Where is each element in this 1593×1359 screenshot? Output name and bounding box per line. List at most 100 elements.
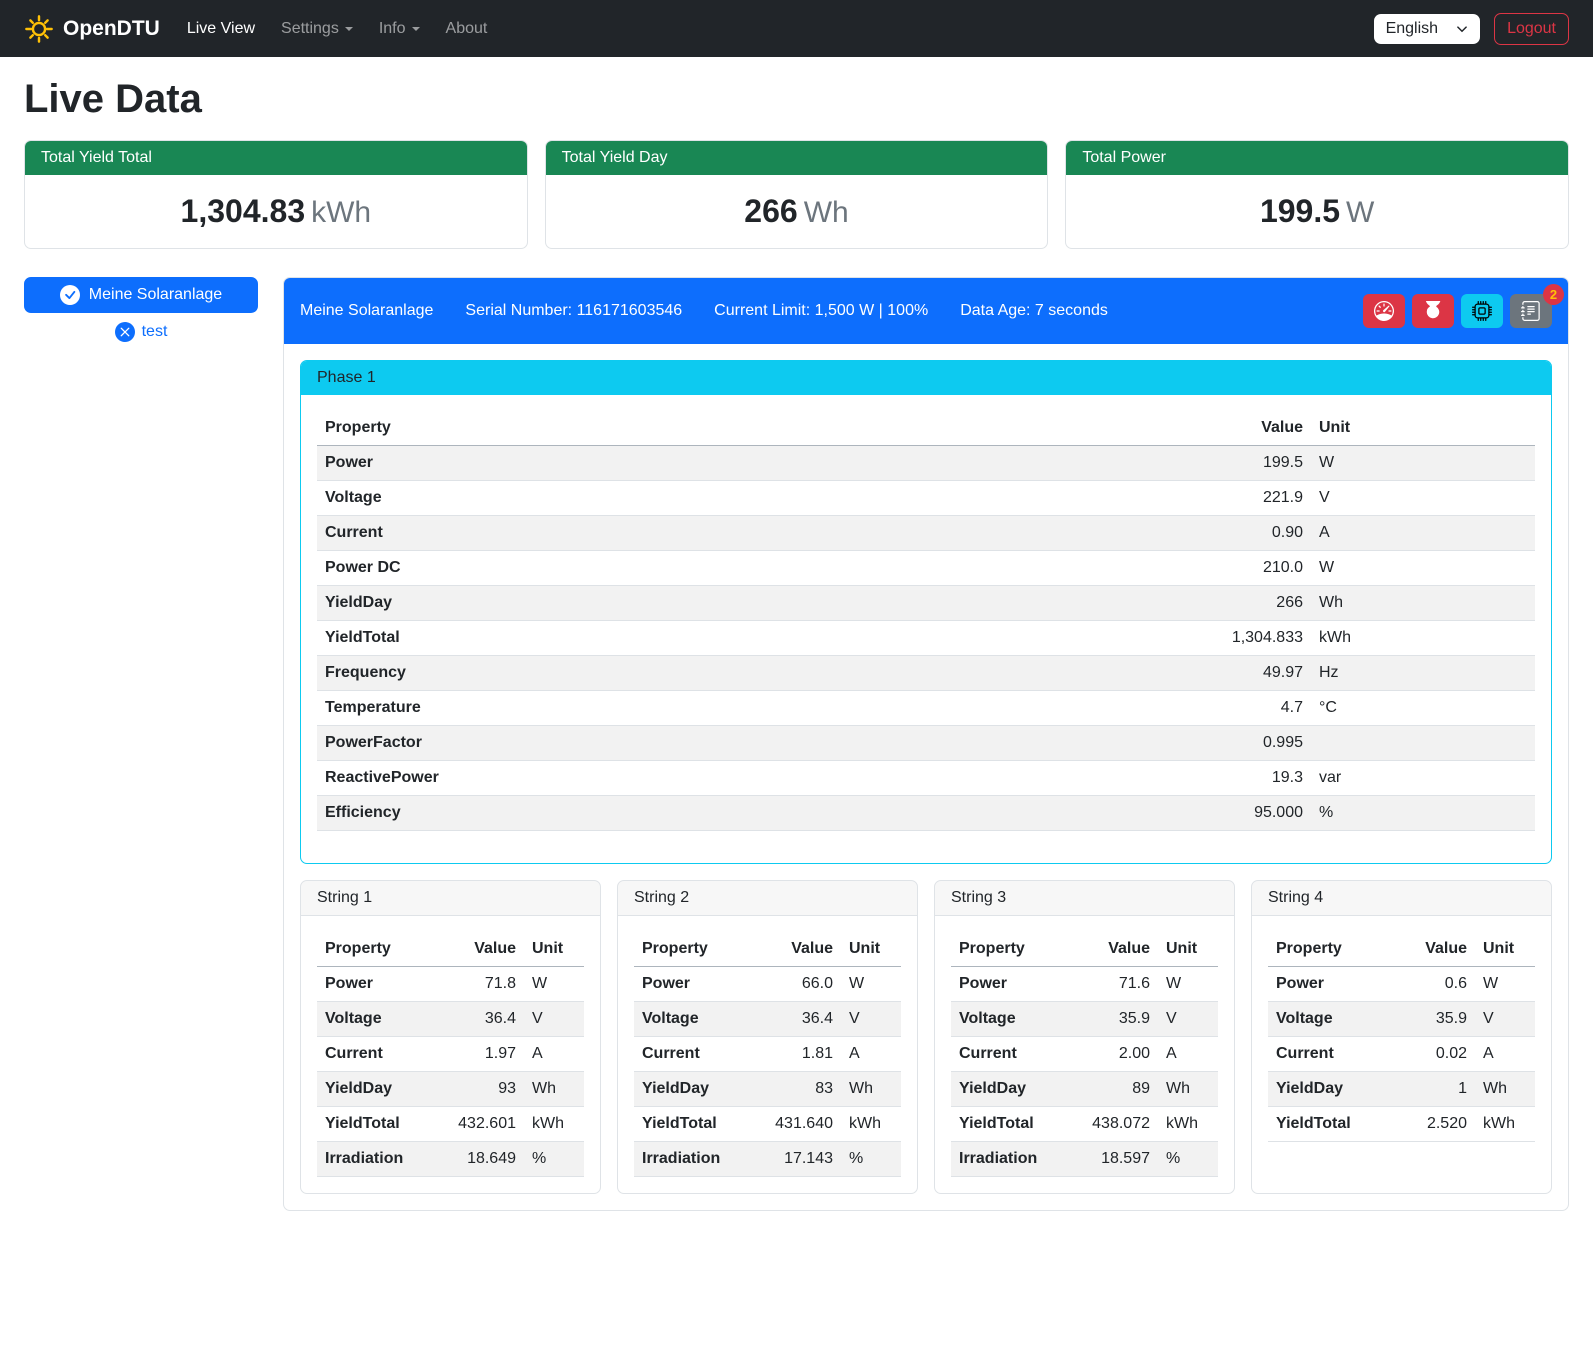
string-card-title: String 2 [618, 881, 917, 916]
summary-card-title: Total Power [1066, 141, 1568, 175]
column-header-unit: Unit [524, 932, 584, 967]
table-row: YieldTotal431.640kWh [634, 1107, 901, 1142]
cpu-icon [1472, 301, 1492, 321]
string-table: Property Value Unit Power71.8W Voltage36… [317, 932, 584, 1177]
table-row: Voltage36.4V [634, 1002, 901, 1037]
table-row: Irradiation17.143% [634, 1142, 901, 1177]
inverter-card: Meine Solaranlage Serial Number: 1161716… [283, 277, 1569, 1211]
table-row: Irradiation18.649% [317, 1142, 584, 1177]
inverter-actions: 2 [1363, 294, 1552, 328]
column-header-property: Property [317, 411, 912, 446]
table-row: Current1.81A [634, 1037, 901, 1072]
table-row: Power DC210.0W [317, 551, 1535, 586]
string-card-2: String 2 Property Value Unit [617, 880, 918, 1194]
language-select[interactable]: English [1374, 14, 1480, 44]
column-header-value: Value [1067, 932, 1158, 967]
summary-cards-row: Total Yield Total 1,304.83kWh Total Yiel… [24, 140, 1569, 249]
string-card-3: String 3 Property Value Unit [934, 880, 1235, 1194]
column-header-unit: Unit [841, 932, 901, 967]
limit-settings-button[interactable] [1363, 294, 1405, 328]
table-row: Power66.0W [634, 967, 901, 1002]
phase-table: Property Value Unit Power199.5W Voltage2… [317, 411, 1535, 831]
table-row: Temperature4.7°C [317, 691, 1535, 726]
chevron-down-icon [345, 27, 353, 31]
summary-card-title: Total Yield Day [546, 141, 1048, 175]
phase-panel: Phase 1 Property Value Unit [300, 360, 1552, 864]
table-row: Voltage36.4V [317, 1002, 584, 1037]
power-control-button[interactable] [1412, 294, 1454, 328]
table-header-row: Property Value Unit [317, 932, 584, 967]
nav-item-settings[interactable]: Settings [268, 12, 366, 46]
string-card-title: String 1 [301, 881, 600, 916]
summary-card-unit: Wh [804, 196, 849, 229]
column-header-value: Value [912, 411, 1311, 446]
logout-button[interactable]: Logout [1494, 13, 1569, 45]
table-header-row: Property Value Unit [1268, 932, 1535, 967]
column-header-value: Value [1394, 932, 1475, 967]
inverter-data-age: Data Age: 7 seconds [960, 302, 1108, 320]
nav-item-about[interactable]: About [433, 12, 501, 46]
top-navbar: OpenDTU Live View Settings Info About En… [0, 0, 1593, 57]
table-row: YieldDay93Wh [317, 1072, 584, 1107]
power-icon [1423, 301, 1443, 321]
column-header-unit: Unit [1158, 932, 1218, 967]
table-row: YieldTotal438.072kWh [951, 1107, 1218, 1142]
brand[interactable]: OpenDTU [24, 14, 160, 44]
summary-card-total-power: Total Power 199.5W [1065, 140, 1569, 249]
nav-item-live-view[interactable]: Live View [174, 12, 268, 46]
table-row: YieldDay1Wh [1268, 1072, 1535, 1107]
table-row: Current0.02A [1268, 1037, 1535, 1072]
event-count-badge: 2 [1543, 284, 1564, 305]
x-circle-icon [115, 322, 135, 342]
journal-text-icon [1521, 301, 1541, 321]
summary-card-unit: kWh [311, 196, 371, 229]
speedometer-icon [1374, 301, 1394, 321]
table-header-row: Property Value Unit [317, 411, 1535, 446]
table-row: YieldDay83Wh [634, 1072, 901, 1107]
inverter-card-header: Meine Solaranlage Serial Number: 1161716… [284, 278, 1568, 344]
table-row: ReactivePower19.3var [317, 761, 1535, 796]
table-row: YieldTotal1,304.833kWh [317, 621, 1535, 656]
table-header-row: Property Value Unit [951, 932, 1218, 967]
phase-panel-title: Phase 1 [301, 361, 1551, 395]
chevron-down-icon [412, 27, 420, 31]
summary-card-total-yield-total: Total Yield Total 1,304.83kWh [24, 140, 528, 249]
strings-row: String 1 Property Value Unit [300, 880, 1552, 1194]
inverter-select-button[interactable]: Meine Solaranlage [24, 277, 258, 313]
column-header-unit: Unit [1311, 411, 1535, 446]
table-row: Power199.5W [317, 446, 1535, 481]
summary-card-value: 266 [744, 193, 797, 229]
table-row: Current1.97A [317, 1037, 584, 1072]
column-header-property: Property [1268, 932, 1394, 967]
event-log-button[interactable]: 2 [1510, 294, 1552, 328]
inverter-select-label: Meine Solaranlage [89, 286, 222, 304]
table-row: Current0.90A [317, 516, 1535, 551]
string-card-1: String 1 Property Value Unit [300, 880, 601, 1194]
table-row: Efficiency95.000% [317, 796, 1535, 831]
nav-item-info[interactable]: Info [366, 12, 433, 46]
inverter-name: Meine Solaranlage [300, 302, 433, 320]
table-row: Current2.00A [951, 1037, 1218, 1072]
column-header-property: Property [634, 932, 750, 967]
table-row: Power0.6W [1268, 967, 1535, 1002]
table-row: Voltage221.9V [317, 481, 1535, 516]
device-info-button[interactable] [1461, 294, 1503, 328]
brand-title: OpenDTU [63, 17, 160, 41]
inverter-item-test[interactable]: test [24, 322, 258, 342]
summary-card-title: Total Yield Total [25, 141, 527, 175]
column-header-property: Property [951, 932, 1067, 967]
string-table: Property Value Unit Power66.0W Voltage36… [634, 932, 901, 1177]
check-circle-icon [60, 285, 80, 305]
page-title: Live Data [24, 77, 1569, 122]
language-select-value: English [1386, 20, 1438, 38]
table-row: YieldDay89Wh [951, 1072, 1218, 1107]
column-header-property: Property [317, 932, 433, 967]
inverter-selector: Meine Solaranlage test [24, 277, 258, 342]
column-header-value: Value [433, 932, 524, 967]
table-row: Voltage35.9V [951, 1002, 1218, 1037]
string-card-4: String 4 Property Value Unit [1251, 880, 1552, 1194]
summary-card-value: 1,304.83 [181, 193, 306, 229]
table-row: Frequency49.97Hz [317, 656, 1535, 691]
table-header-row: Property Value Unit [634, 932, 901, 967]
table-row: YieldTotal432.601kWh [317, 1107, 584, 1142]
